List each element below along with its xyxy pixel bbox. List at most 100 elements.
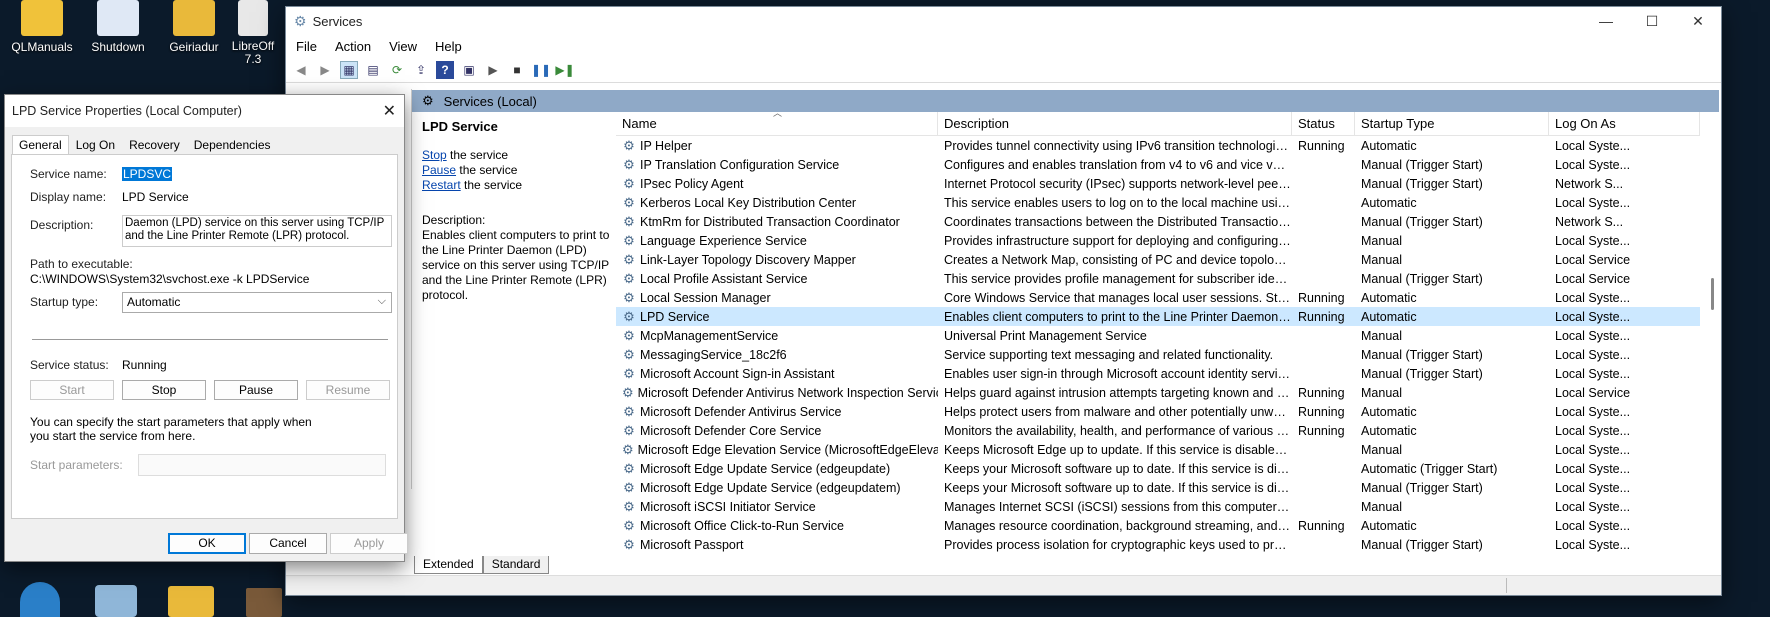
- service-status-value: Running: [122, 358, 167, 372]
- pause-icon[interactable]: ❚❚: [531, 61, 551, 79]
- service-row[interactable]: ⚙ MessagingService_18c2f6 Service supporti…: [616, 345, 1700, 364]
- service-row[interactable]: ⚙ Microsoft Edge Update Service (edgeupda…: [616, 459, 1700, 478]
- service-row[interactable]: ⚙ Microsoft Office Click-to-Run Service Ma…: [616, 516, 1700, 535]
- tab-standard[interactable]: Standard: [482, 556, 550, 574]
- service-name-text: LPD Service: [640, 309, 710, 324]
- service-name-selected-text[interactable]: LPDSVC: [122, 167, 173, 181]
- service-row[interactable]: ⚙ Microsoft Defender Antivirus Network In…: [616, 383, 1700, 402]
- desktop-icon-shutdown[interactable]: Shutdown: [76, 0, 160, 54]
- service-row[interactable]: ⚙ IP Helper Provides tunnel connectivity u…: [616, 136, 1700, 155]
- description-box[interactable]: Daemon (LPD) service on this server usin…: [122, 215, 392, 247]
- service-name-cell: ⚙ KtmRm for Distributed Transaction Coord…: [616, 215, 938, 229]
- menu-view[interactable]: View: [389, 39, 417, 54]
- desktop-icon-qlmanuals[interactable]: QLManuals: [0, 0, 84, 54]
- desktop-icon-bottom-3[interactable]: [168, 586, 214, 617]
- service-row[interactable]: ⚙ IP Translation Configuration Service Con…: [616, 155, 1700, 174]
- col-description[interactable]: Description: [938, 112, 1292, 136]
- service-name-value[interactable]: LPDSVC: [122, 167, 173, 181]
- menu-file[interactable]: File: [296, 39, 317, 54]
- properties-icon[interactable]: ▤: [364, 61, 382, 79]
- col-log-on-as[interactable]: Log On As: [1549, 112, 1700, 136]
- start-icon[interactable]: ▶: [484, 61, 502, 79]
- menu-help[interactable]: Help: [435, 39, 462, 54]
- refresh-icon[interactable]: ⟳: [388, 61, 406, 79]
- shortcut-icon: [97, 0, 139, 36]
- tab-dependencies[interactable]: Dependencies: [187, 135, 278, 155]
- service-row[interactable]: ⚙ Microsoft Defender Antivirus Service Hel…: [616, 402, 1700, 421]
- service-name-text: Local Profile Assistant Service: [640, 271, 808, 286]
- help-icon[interactable]: ?: [436, 60, 454, 79]
- service-row[interactable]: ⚙ Kerberos Local Key Distribution Center T…: [616, 193, 1700, 212]
- minimize-button[interactable]: —: [1583, 7, 1629, 35]
- service-status-cell: Running: [1298, 404, 1345, 419]
- dialog-close-button[interactable]: ✕: [383, 101, 396, 121]
- service-startup-cell: Manual: [1361, 442, 1402, 457]
- title-bar[interactable]: ⚙ Services: [286, 7, 1721, 35]
- menu-action[interactable]: Action: [335, 39, 371, 54]
- maximize-button[interactable]: ☐: [1629, 7, 1675, 35]
- restart-icon[interactable]: ▶❚: [555, 61, 574, 79]
- service-description-cell: Helps guard against intrusion attempts t…: [944, 385, 1292, 400]
- dialog-title-bar[interactable]: LPD Service Properties (Local Computer): [5, 95, 404, 127]
- service-startup-cell: Manual: [1361, 328, 1402, 343]
- stop-button[interactable]: Stop: [122, 380, 206, 400]
- startup-type-select[interactable]: Automatic ⌵: [122, 292, 392, 313]
- service-gear-icon: ⚙: [623, 157, 635, 172]
- desktop-icon-bottom-4[interactable]: [246, 588, 282, 617]
- service-logon-cell: Local Syste...: [1555, 309, 1631, 324]
- desktop-icon-bottom-1[interactable]: [20, 582, 60, 617]
- service-logon-cell: Local Syste...: [1555, 366, 1631, 381]
- stop-service-link[interactable]: Stop: [422, 148, 447, 162]
- desktop-icon-label: QLManuals: [11, 40, 73, 54]
- service-row[interactable]: ⚙ Link-Layer Topology Discovery Mapper Cre…: [616, 250, 1700, 269]
- export-icon[interactable]: ⇪: [412, 61, 430, 79]
- service-name-text: Microsoft Account Sign-in Assistant: [640, 366, 835, 381]
- service-logon-cell: Local Syste...: [1555, 328, 1631, 343]
- service-row[interactable]: ⚙ Local Profile Assistant Service This ser…: [616, 269, 1700, 288]
- stop-icon[interactable]: ■: [508, 61, 526, 79]
- console-icon[interactable]: ▣: [460, 61, 478, 79]
- detail-description-label: Description:: [422, 213, 486, 227]
- tab-log-on[interactable]: Log On: [69, 135, 122, 155]
- service-startup-cell: Manual (Trigger Start): [1361, 537, 1483, 552]
- service-row[interactable]: ⚙ Microsoft iSCSI Initiator Service Manage…: [616, 497, 1700, 516]
- back-icon[interactable]: ◀: [292, 61, 310, 79]
- service-row[interactable]: ⚙ Microsoft Account Sign-in Assistant Enab…: [616, 364, 1700, 383]
- start-parameters-input[interactable]: [138, 454, 386, 476]
- vertical-scrollbar[interactable]: [1707, 112, 1719, 556]
- service-description-cell: Creates a Network Map, consisting of PC …: [944, 252, 1292, 267]
- tab-general[interactable]: General: [12, 135, 69, 155]
- col-startup-type[interactable]: Startup Type: [1355, 112, 1549, 136]
- pause-button[interactable]: Pause: [214, 380, 298, 400]
- service-row[interactable]: ⚙ Language Experience Service Provides inf…: [616, 231, 1700, 250]
- ok-button[interactable]: OK: [168, 533, 246, 554]
- apply-button[interactable]: Apply: [330, 533, 408, 554]
- service-row[interactable]: ⚙ Microsoft Defender Core Service Monitors…: [616, 421, 1700, 440]
- service-name-cell: ⚙ Kerberos Local Key Distribution Center: [616, 196, 938, 210]
- show-tree-icon[interactable]: ▦: [340, 60, 358, 79]
- service-row[interactable]: ⚙ Microsoft Passport Provides process isol…: [616, 535, 1700, 554]
- close-button[interactable]: ✕: [1675, 7, 1721, 35]
- pause-service-link[interactable]: Pause: [422, 163, 456, 177]
- tab-recovery[interactable]: Recovery: [122, 135, 187, 155]
- service-row[interactable]: ⚙ Microsoft Edge Elevation Service (Micro…: [616, 440, 1700, 459]
- restart-service-link[interactable]: Restart: [422, 178, 461, 192]
- tab-extended[interactable]: Extended: [414, 556, 483, 574]
- path-value[interactable]: C:\WINDOWS\System32\svchost.exe -k LPDSe…: [30, 272, 309, 286]
- service-row[interactable]: ⚙ Local Session Manager Core Windows Servi…: [616, 288, 1700, 307]
- service-row[interactable]: ⚙ IPsec Policy Agent Internet Protocol sec…: [616, 174, 1700, 193]
- desktop-icon-bottom-2[interactable]: [95, 585, 137, 617]
- service-name-cell: ⚙ IP Helper: [616, 139, 938, 153]
- resume-button[interactable]: Resume: [306, 380, 390, 400]
- col-status[interactable]: Status: [1292, 112, 1355, 136]
- cancel-button[interactable]: Cancel: [249, 533, 327, 554]
- desktop-icon-libreoffice[interactable]: LibreOff 7.3: [222, 0, 284, 66]
- start-button[interactable]: Start: [30, 380, 114, 400]
- service-row[interactable]: ⚙ KtmRm for Distributed Transaction Coord…: [616, 212, 1700, 231]
- service-row[interactable]: ⚙ LPD Service Enables client computers to …: [616, 307, 1700, 326]
- forward-icon[interactable]: ▶: [316, 61, 334, 79]
- service-row[interactable]: ⚙ Microsoft Edge Update Service (edgeupda…: [616, 478, 1700, 497]
- display-name-value[interactable]: LPD Service: [122, 190, 189, 204]
- service-row[interactable]: ⚙ McpManagementService Universal Print Man…: [616, 326, 1700, 345]
- service-startup-cell: Manual (Trigger Start): [1361, 214, 1483, 229]
